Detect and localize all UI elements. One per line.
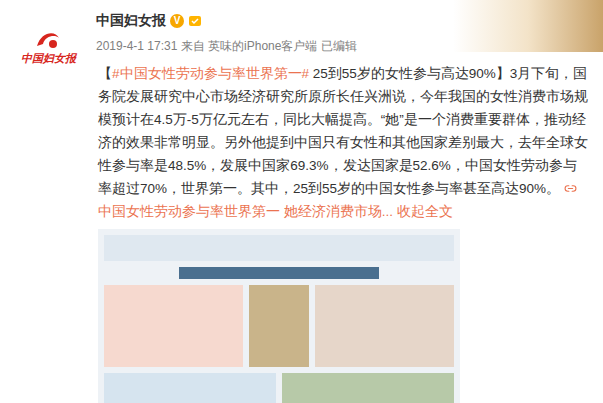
verified-badge: V: [170, 14, 184, 28]
infographic-image[interactable]: [98, 229, 460, 403]
link-icon: [564, 182, 577, 195]
body-text: 25到55岁的女性参与高达90%】3月下旬，国务院发展研究中心市场经济研究所原所…: [98, 66, 588, 196]
topic-link[interactable]: 收起全文: [393, 204, 453, 219]
post-body: 【#中国女性劳动参与率世界第一# 25到55岁的女性参与高达90%】3月下旬，国…: [98, 62, 590, 223]
body-text: 【: [98, 66, 112, 81]
user-name[interactable]: 中国妇女报: [96, 10, 166, 31]
avatar[interactable]: 中国妇女报: [12, 10, 84, 82]
weibo-post: 中国妇女报中国妇女报V2019-4-1 17:31 来自 英味的iPhone客户…: [0, 0, 603, 403]
topic-link[interactable]: #中国女性劳动参与率世界第一#: [112, 66, 309, 81]
header-decoration: [453, 0, 603, 52]
logo-swirl-icon: [33, 28, 63, 52]
member-badge-icon: [188, 14, 202, 28]
post-meta: 2019-4-1 17:31 来自 英味的iPhone客户端 已编辑: [96, 37, 357, 55]
avatar-text: 中国妇女报: [21, 52, 76, 64]
